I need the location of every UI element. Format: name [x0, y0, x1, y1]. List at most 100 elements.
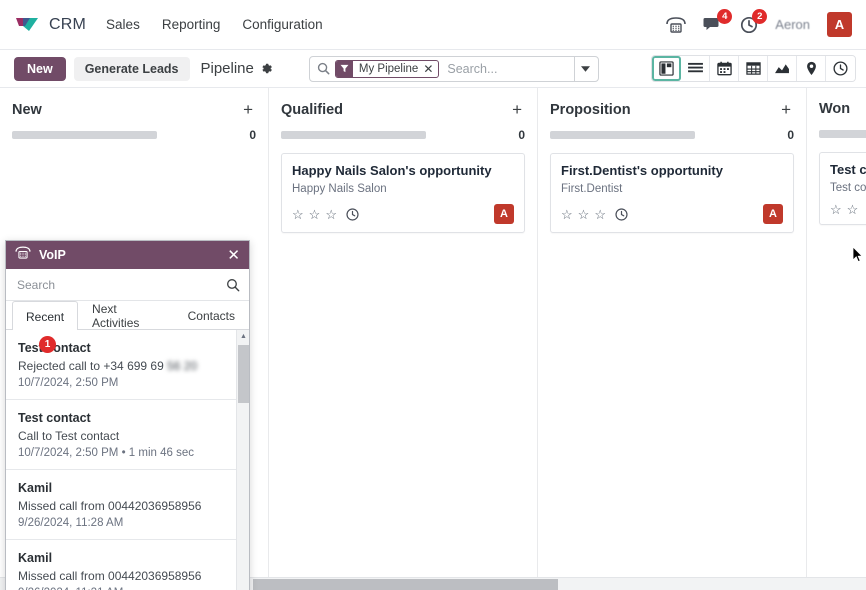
- call-list-item[interactable]: Kamil Missed call from 00442036958956 9/…: [6, 470, 249, 540]
- card-footer: ☆ ☆ ☆ A: [292, 204, 514, 224]
- add-card-button[interactable]: +: [509, 101, 525, 118]
- nav-item-reporting[interactable]: Reporting: [162, 17, 221, 32]
- close-icon[interactable]: ✕: [227, 248, 240, 263]
- view-map-button[interactable]: [797, 56, 826, 81]
- kanban-column-won: Won Test co Test con ☆ ☆: [807, 88, 866, 590]
- voip-call-list: 1 Test contact Rejected call to +34 699 …: [6, 330, 249, 590]
- voip-tab-contacts[interactable]: Contacts: [174, 301, 249, 329]
- view-pivot-button[interactable]: [739, 56, 768, 81]
- search-dropdown-toggle[interactable]: [573, 56, 596, 81]
- call-timestamp: 10/7/2024, 2:50 PM • 1 min 46 sec: [18, 447, 194, 459]
- voip-phone-pad-icon: [15, 246, 31, 264]
- priority-star-2[interactable]: ☆: [847, 203, 859, 216]
- card-subtitle: First.Dentist: [561, 183, 623, 195]
- column-summary: 0: [281, 128, 525, 142]
- scroll-up-arrow-icon[interactable]: ▲: [237, 330, 249, 343]
- voip-panel: VoIP ✕ Recent Next Activities Contacts 1…: [5, 240, 250, 590]
- kanban-card[interactable]: Happy Nails Salon's opportunity Happy Na…: [281, 153, 525, 233]
- priority-star-1[interactable]: ☆: [830, 203, 842, 216]
- view-list-button[interactable]: [681, 56, 710, 81]
- column-progressbar[interactable]: [550, 131, 695, 139]
- search-bar[interactable]: My Pipeline ✕: [308, 55, 599, 82]
- view-activity-button[interactable]: [826, 56, 855, 81]
- priority-star-1[interactable]: ☆: [561, 208, 573, 221]
- breadcrumb: Pipeline: [201, 60, 273, 77]
- generate-leads-button[interactable]: Generate Leads: [73, 56, 190, 81]
- voip-phone-icon[interactable]: [666, 16, 687, 33]
- voip-tab-next-activities[interactable]: Next Activities: [78, 301, 174, 330]
- activity-clock-icon[interactable]: [615, 207, 628, 221]
- new-button[interactable]: New: [14, 56, 66, 81]
- call-contact-name: Kamil: [18, 551, 53, 565]
- call-description: Rejected call to +34 699 69 56 20: [18, 359, 237, 373]
- priority-star-3[interactable]: ☆: [594, 208, 606, 221]
- column-progressbar[interactable]: [819, 130, 866, 138]
- messages-badge: 4: [717, 9, 733, 24]
- priority-star-3[interactable]: ☆: [325, 208, 337, 221]
- nav-item-sales[interactable]: Sales: [106, 17, 140, 32]
- add-card-button[interactable]: +: [778, 101, 794, 118]
- column-cards: Happy Nails Salon's opportunity Happy Na…: [281, 153, 525, 233]
- card-avatar[interactable]: A: [763, 204, 783, 224]
- call-list-item[interactable]: Test contact Call to Test contact 10/7/2…: [6, 400, 249, 470]
- search-icon[interactable]: [226, 278, 240, 292]
- priority-star-2[interactable]: ☆: [578, 208, 590, 221]
- search-icon: [317, 62, 330, 75]
- scrollbar-thumb[interactable]: [238, 345, 249, 403]
- activities-badge: 2: [752, 8, 768, 24]
- column-count: 0: [518, 128, 525, 142]
- column-summary: [819, 128, 866, 140]
- odoo-logo-icon: [14, 15, 40, 35]
- kanban-view: New + 0 Qualified + 0 Happy Nails Salon'…: [0, 88, 866, 590]
- column-header: Qualified +: [281, 88, 525, 118]
- voip-tabs: Recent Next Activities Contacts: [6, 301, 249, 331]
- kanban-card[interactable]: Test co Test con ☆ ☆: [819, 152, 866, 225]
- view-calendar-button[interactable]: [710, 56, 739, 81]
- voip-search-input[interactable]: [15, 276, 226, 293]
- card-title: Test co: [830, 162, 866, 177]
- search-facet-my-pipeline[interactable]: My Pipeline ✕: [334, 59, 440, 78]
- messages-icon[interactable]: 4: [703, 9, 733, 33]
- scrollbar-thumb[interactable]: [253, 579, 558, 590]
- user-avatar[interactable]: A: [827, 12, 852, 37]
- column-summary: 0: [550, 128, 794, 142]
- add-card-button[interactable]: +: [240, 101, 256, 118]
- card-avatar[interactable]: A: [494, 204, 514, 224]
- column-title: Qualified: [281, 101, 344, 118]
- filter-icon: [335, 60, 353, 77]
- remove-facet-icon[interactable]: ✕: [423, 63, 438, 75]
- voip-panel-header[interactable]: VoIP ✕: [6, 241, 249, 269]
- kanban-card[interactable]: First.Dentist's opportunity First.Dentis…: [550, 153, 794, 233]
- breadcrumb-label: Pipeline: [200, 60, 254, 77]
- username-label[interactable]: Aeron: [775, 17, 810, 32]
- missed-calls-badge: 1: [39, 336, 56, 353]
- call-timestamp: 10/7/2024, 2:50 PM: [18, 377, 119, 389]
- nav-item-configuration[interactable]: Configuration: [242, 17, 322, 32]
- voip-search-bar[interactable]: [6, 269, 249, 301]
- activities-clock-icon[interactable]: 2: [740, 8, 768, 34]
- call-list-item[interactable]: Kamil Missed call from 00442036958956 9/…: [6, 540, 249, 590]
- voip-vertical-scrollbar[interactable]: ▲ ▼: [236, 330, 249, 590]
- view-kanban-button[interactable]: [652, 56, 681, 81]
- nav-right-tools: 4 2 Aeron A: [666, 8, 854, 37]
- call-description-text: Rejected call to +34 699 69: [18, 359, 168, 373]
- card-title: Happy Nails Salon's opportunity: [292, 163, 492, 178]
- card-subtitle: Happy Nails Salon: [292, 183, 387, 195]
- view-switcher: [651, 55, 856, 82]
- card-footer: ☆ ☆: [830, 203, 866, 216]
- priority-star-2[interactable]: ☆: [309, 208, 321, 221]
- call-timestamp: 9/26/2024, 11:28 AM: [18, 517, 124, 529]
- search-input[interactable]: [445, 60, 574, 77]
- call-description: Missed call from 00442036958956: [18, 499, 202, 513]
- column-progressbar[interactable]: [281, 131, 426, 139]
- call-number-redacted: 56 20: [167, 359, 198, 373]
- voip-tab-recent[interactable]: Recent: [12, 301, 79, 331]
- call-contact-name: Test contact: [18, 411, 91, 425]
- gear-icon[interactable]: [260, 62, 273, 75]
- kanban-column-proposition: Proposition + 0 First.Dentist's opportun…: [538, 88, 807, 590]
- column-progressbar[interactable]: [12, 131, 157, 139]
- activity-clock-icon[interactable]: [346, 207, 359, 221]
- priority-star-1[interactable]: ☆: [292, 208, 304, 221]
- view-graph-button[interactable]: [768, 56, 797, 81]
- brand[interactable]: CRM: [14, 15, 86, 35]
